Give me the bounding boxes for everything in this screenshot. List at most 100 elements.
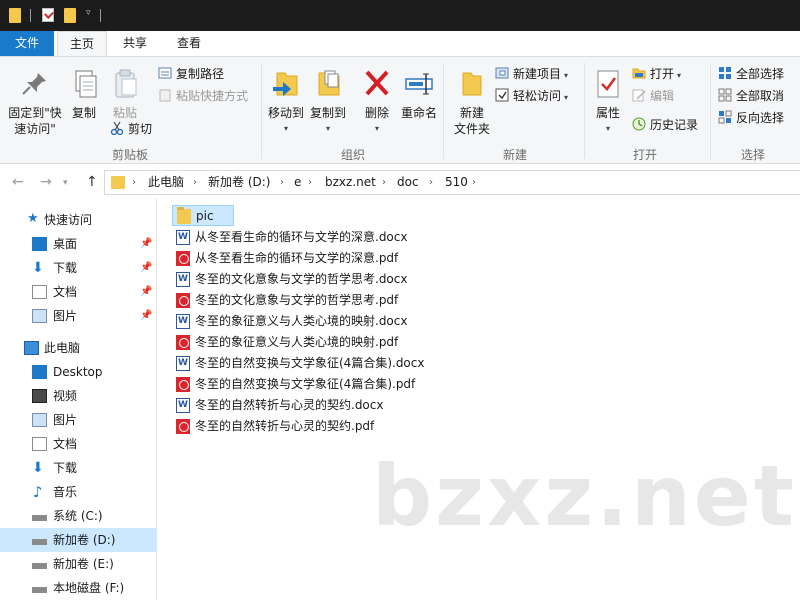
back-arrow-icon[interactable]: ← — [12, 174, 24, 190]
pdf-icon — [176, 335, 190, 350]
file-item[interactable]: 从冬至看生命的循环与文学的深意.docx — [172, 227, 552, 248]
nav-pc-music[interactable]: ♪ 音乐 — [0, 480, 157, 504]
file-item[interactable]: 冬至的自然变换与文学象征(4篇合集).pdf — [172, 374, 552, 395]
easy-access-icon — [495, 88, 509, 102]
nav-this-pc[interactable]: 此电脑 — [0, 336, 157, 360]
clipboard-group-label: 剪贴板 — [111, 148, 148, 162]
word-document-icon — [176, 314, 190, 329]
music-note-icon: ♪ — [33, 483, 43, 501]
navigation-pane: ★ 快速访问 桌面 📌 ⬇ 下载 📌 文档 📌 图片 📌 此电脑 Desktop… — [0, 198, 157, 600]
file-name: 冬至的文化意象与文学的哲学思考.pdf — [195, 293, 399, 307]
pin-icon[interactable]: 📌 — [140, 304, 152, 328]
nav-quick-access[interactable]: ★ 快速访问 — [0, 208, 157, 232]
tab-home[interactable]: 主页 — [57, 31, 107, 57]
file-item[interactable]: 冬至的自然转折与心灵的契约.docx — [172, 395, 552, 416]
nav-quick-desktop[interactable]: 桌面 📌 — [0, 232, 157, 256]
nav-drive-e[interactable]: 新加卷 (E:) — [0, 552, 157, 576]
pdf-icon — [176, 419, 190, 434]
copy-to-label: 复制到 — [309, 106, 346, 120]
file-item[interactable]: 冬至的象征意义与人类心境的映射.pdf — [172, 332, 552, 353]
new-folder-icon — [455, 67, 489, 101]
breadcrumb-separator[interactable]: › — [308, 171, 312, 194]
file-name: 冬至的象征意义与人类心境的映射.pdf — [195, 335, 399, 349]
tab-file[interactable]: 文件 — [0, 31, 54, 56]
pin-icon[interactable]: 📌 — [140, 280, 152, 304]
breadcrumb-e[interactable]: e — [294, 171, 301, 194]
breadcrumb-bzxz[interactable]: bzxz.net — [325, 171, 376, 194]
delete-button[interactable]: 删除 ▾ — [359, 67, 395, 137]
copy-path-button[interactable]: 复制路径 — [158, 64, 224, 84]
chevron-down-icon: ▾ — [564, 93, 569, 102]
nav-quick-pictures[interactable]: 图片 📌 — [0, 304, 157, 328]
breadcrumb-510[interactable]: 510 — [445, 171, 468, 194]
download-arrow-icon: ⬇ — [32, 460, 44, 476]
breadcrumb-separator[interactable]: › — [193, 171, 197, 194]
invert-selection-button[interactable]: 反向选择 — [718, 108, 784, 128]
breadcrumb-this-pc[interactable]: 此电脑 — [148, 171, 184, 194]
pin-icon[interactable]: 📌 — [140, 256, 152, 280]
breadcrumb-separator[interactable]: › — [382, 171, 386, 194]
cut-button[interactable]: 剪切 — [110, 119, 152, 139]
file-item[interactable]: 冬至的自然变换与文学象征(4篇合集).docx — [172, 353, 552, 374]
nav-quick-downloads[interactable]: ⬇ 下载 📌 — [0, 256, 157, 280]
open-button[interactable]: 打开 ▾ — [632, 64, 681, 84]
nav-drive-c[interactable]: 系统 (C:) — [0, 504, 157, 528]
address-bar[interactable]: › 此电脑 › 新加卷 (D:) › e › bzxz.net › doc › … — [104, 170, 800, 195]
breadcrumb-drive-d[interactable]: 新加卷 (D:) — [208, 171, 270, 194]
tab-view[interactable]: 查看 — [166, 31, 212, 56]
file-item[interactable]: 冬至的自然转折与心灵的契约.pdf — [172, 416, 552, 437]
nav-pc-pictures[interactable]: 图片 — [0, 408, 157, 432]
easy-access-button[interactable]: 轻松访问 ▾ — [495, 86, 568, 106]
nav-label: 新加卷 (D:) — [53, 533, 116, 547]
copy-icon — [67, 67, 101, 101]
breadcrumb-separator[interactable]: › — [429, 171, 433, 194]
select-none-button[interactable]: 全部取消 — [718, 86, 784, 106]
new-folder-quick-icon[interactable] — [64, 8, 76, 23]
customize-quick-access-icon[interactable]: ▿ — [86, 8, 91, 18]
file-item-folder[interactable]: pic — [172, 205, 234, 226]
breadcrumb-separator[interactable]: › — [280, 171, 284, 194]
file-item[interactable]: 冬至的文化意象与文学的哲学思考.pdf — [172, 290, 552, 311]
rename-button[interactable]: 重命名 — [398, 67, 440, 121]
nav-pc-documents[interactable]: 文档 — [0, 432, 157, 456]
pin-quick-access-button[interactable]: 固定到"快速访问" — [4, 67, 66, 137]
nav-label: 系统 (C:) — [53, 509, 103, 523]
file-item[interactable]: 从冬至看生命的循环与文学的深意.pdf — [172, 248, 552, 269]
select-all-button[interactable]: 全部选择 — [718, 64, 784, 84]
pin-icon[interactable]: 📌 — [140, 232, 152, 256]
nav-drive-f[interactable]: 本地磁盘 (F:) — [0, 576, 157, 600]
chevron-down-icon: ▾ — [564, 71, 569, 80]
paste-button[interactable]: 粘贴 — [106, 67, 144, 121]
move-to-button[interactable]: 移动到 ▾ — [265, 67, 307, 137]
pdf-icon — [176, 251, 190, 266]
nav-quick-documents[interactable]: 文档 📌 — [0, 280, 157, 304]
breadcrumb-doc[interactable]: doc — [397, 171, 419, 194]
nav-label: 图片 — [53, 309, 78, 323]
file-item[interactable]: 冬至的象征意义与人类心境的映射.docx — [172, 311, 552, 332]
properties-button[interactable]: 属性 ▾ — [590, 67, 626, 137]
nav-drive-d[interactable]: 新加卷 (D:) — [0, 528, 157, 552]
nav-pc-downloads[interactable]: ⬇ 下载 — [0, 456, 157, 480]
new-item-button[interactable]: 新建项目 ▾ — [495, 64, 568, 84]
file-item[interactable]: 冬至的文化意象与文学的哲学思考.docx — [172, 269, 552, 290]
tab-share[interactable]: 共享 — [112, 31, 158, 56]
copy-to-button[interactable]: 复制到 ▾ — [307, 67, 349, 137]
file-name: 从冬至看生命的循环与文学的深意.pdf — [195, 251, 399, 265]
breadcrumb-separator[interactable]: › — [132, 171, 136, 194]
nav-pc-videos[interactable]: 视频 — [0, 384, 157, 408]
breadcrumb-separator[interactable]: › — [472, 171, 476, 194]
watermark: bzxz.net — [372, 447, 797, 545]
copy-button[interactable]: 复制 — [66, 67, 102, 121]
nav-label: 图片 — [53, 413, 78, 427]
history-button[interactable]: 历史记录 — [632, 115, 698, 135]
forward-arrow-icon[interactable]: → — [40, 174, 52, 190]
picture-icon — [32, 309, 47, 323]
paste-shortcut-button[interactable]: 粘贴快捷方式 — [158, 86, 248, 106]
recent-locations-icon[interactable]: ▾ — [63, 178, 68, 188]
nav-label: 文档 — [53, 285, 78, 299]
up-arrow-icon[interactable]: ↑ — [86, 174, 98, 190]
properties-quick-icon[interactable] — [42, 8, 54, 22]
edit-button[interactable]: 编辑 — [632, 86, 674, 106]
nav-pc-desktop[interactable]: Desktop — [0, 360, 157, 384]
new-folder-button[interactable]: 新建 文件夹 — [450, 67, 494, 137]
